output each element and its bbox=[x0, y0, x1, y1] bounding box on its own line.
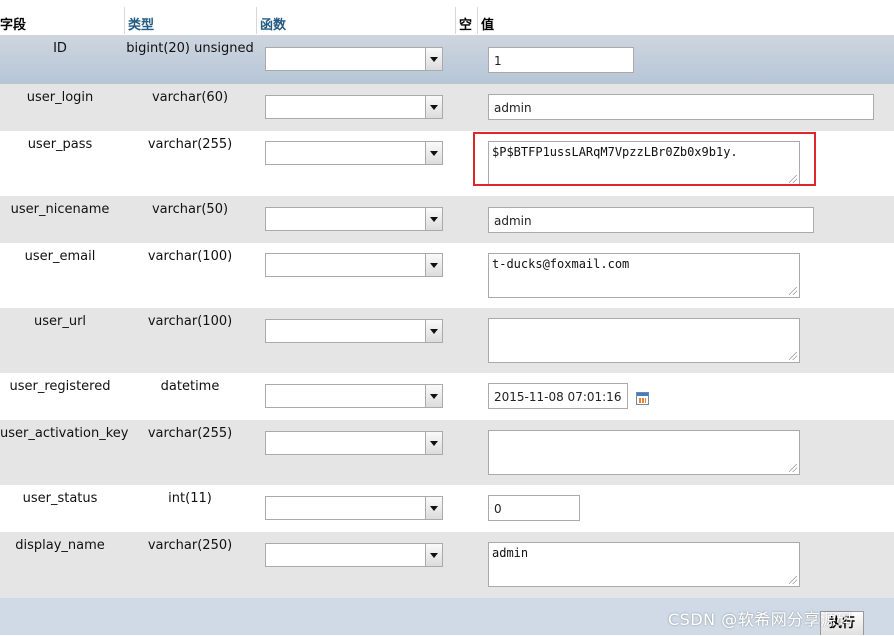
value-textarea[interactable]: t-ducks@foxmail.com bbox=[488, 253, 800, 298]
chevron-down-icon[interactable] bbox=[425, 208, 442, 230]
function-select[interactable] bbox=[265, 319, 443, 343]
table-header: 字段 类型 函数 空 值 bbox=[0, 0, 894, 35]
chevron-down-icon[interactable] bbox=[425, 385, 442, 407]
value-input[interactable]: 0 bbox=[488, 495, 580, 521]
field-type: varchar(60) bbox=[151, 90, 229, 105]
field-type: int(11) bbox=[168, 491, 212, 506]
field-type: varchar(255) bbox=[147, 426, 233, 441]
column-header-function[interactable]: 函数 bbox=[260, 14, 286, 33]
table-row: ID bigint(20) unsigned 1 bbox=[0, 35, 894, 84]
value-textarea[interactable]: admin bbox=[488, 542, 800, 587]
table-row: user_url varchar(100) bbox=[0, 308, 894, 373]
value-input[interactable]: admin bbox=[488, 207, 814, 233]
function-select[interactable] bbox=[265, 95, 443, 119]
function-select[interactable] bbox=[265, 431, 443, 455]
column-divider bbox=[124, 7, 125, 34]
chevron-down-icon[interactable] bbox=[425, 544, 442, 566]
field-type: varchar(250) bbox=[147, 538, 233, 553]
field-name: user_activation_key bbox=[0, 426, 129, 441]
chevron-down-icon[interactable] bbox=[425, 254, 442, 276]
field-name: ID bbox=[53, 41, 67, 56]
value-textarea[interactable] bbox=[488, 430, 800, 475]
table-row: user_email varchar(100) t-ducks@foxmail.… bbox=[0, 243, 894, 308]
field-type: bigint(20) unsigned bbox=[126, 41, 254, 56]
field-name: display_name bbox=[15, 538, 105, 553]
column-header-field: 字段 bbox=[0, 18, 27, 33]
table-row: user_nicename varchar(50) admin bbox=[0, 196, 894, 243]
column-header-value: 值 bbox=[481, 18, 495, 33]
field-name: user_email bbox=[24, 249, 96, 264]
resize-grip-icon[interactable] bbox=[789, 352, 797, 360]
chevron-down-icon[interactable] bbox=[425, 497, 442, 519]
function-select[interactable] bbox=[265, 47, 443, 71]
watermark: CSDN @软希网分享源码 bbox=[668, 610, 854, 629]
function-select[interactable] bbox=[265, 384, 443, 408]
value-textarea[interactable] bbox=[488, 318, 800, 363]
field-name: user_registered bbox=[9, 379, 111, 394]
function-select[interactable] bbox=[265, 496, 443, 520]
resize-grip-icon[interactable] bbox=[789, 464, 797, 472]
field-name: user_nicename bbox=[10, 202, 110, 217]
field-name: user_login bbox=[26, 90, 94, 105]
function-select[interactable] bbox=[265, 207, 443, 231]
table-row: user_activation_key varchar(255) bbox=[0, 420, 894, 485]
value-text: admin bbox=[492, 546, 529, 560]
chevron-down-icon[interactable] bbox=[425, 432, 442, 454]
column-header-type[interactable]: 类型 bbox=[128, 14, 154, 33]
field-type: datetime bbox=[160, 379, 220, 394]
column-divider bbox=[455, 7, 456, 34]
field-type: varchar(50) bbox=[151, 202, 229, 217]
resize-grip-icon[interactable] bbox=[789, 287, 797, 295]
field-name: user_pass bbox=[27, 137, 93, 152]
field-name: user_url bbox=[33, 314, 87, 329]
datetime-input[interactable]: 2015-11-08 07:01:16 bbox=[488, 383, 628, 409]
field-type: varchar(100) bbox=[147, 314, 233, 329]
field-name: user_status bbox=[22, 491, 98, 506]
function-select[interactable] bbox=[265, 141, 443, 165]
column-divider bbox=[256, 7, 257, 34]
column-divider bbox=[477, 7, 478, 34]
function-select[interactable] bbox=[265, 253, 443, 277]
field-type: varchar(100) bbox=[147, 249, 233, 264]
value-input[interactable]: admin bbox=[488, 94, 874, 120]
table-row: user_status int(11) 0 bbox=[0, 485, 894, 532]
value-input[interactable]: 1 bbox=[488, 47, 634, 73]
column-header-null: 空 bbox=[459, 18, 473, 33]
value-text: t-ducks@foxmail.com bbox=[492, 257, 630, 271]
resize-grip-icon[interactable] bbox=[789, 576, 797, 584]
highlight-annotation bbox=[473, 132, 816, 186]
calendar-icon[interactable] bbox=[636, 392, 649, 405]
chevron-down-icon[interactable] bbox=[425, 320, 442, 342]
table-row: user_login varchar(60) admin bbox=[0, 84, 894, 131]
chevron-down-icon[interactable] bbox=[425, 96, 442, 118]
table-row: display_name varchar(250) admin bbox=[0, 532, 894, 598]
chevron-down-icon[interactable] bbox=[425, 48, 442, 70]
table-row: user_registered datetime 2015-11-08 07:0… bbox=[0, 373, 894, 420]
chevron-down-icon[interactable] bbox=[425, 142, 442, 164]
function-select[interactable] bbox=[265, 543, 443, 567]
field-type: varchar(255) bbox=[147, 137, 233, 152]
